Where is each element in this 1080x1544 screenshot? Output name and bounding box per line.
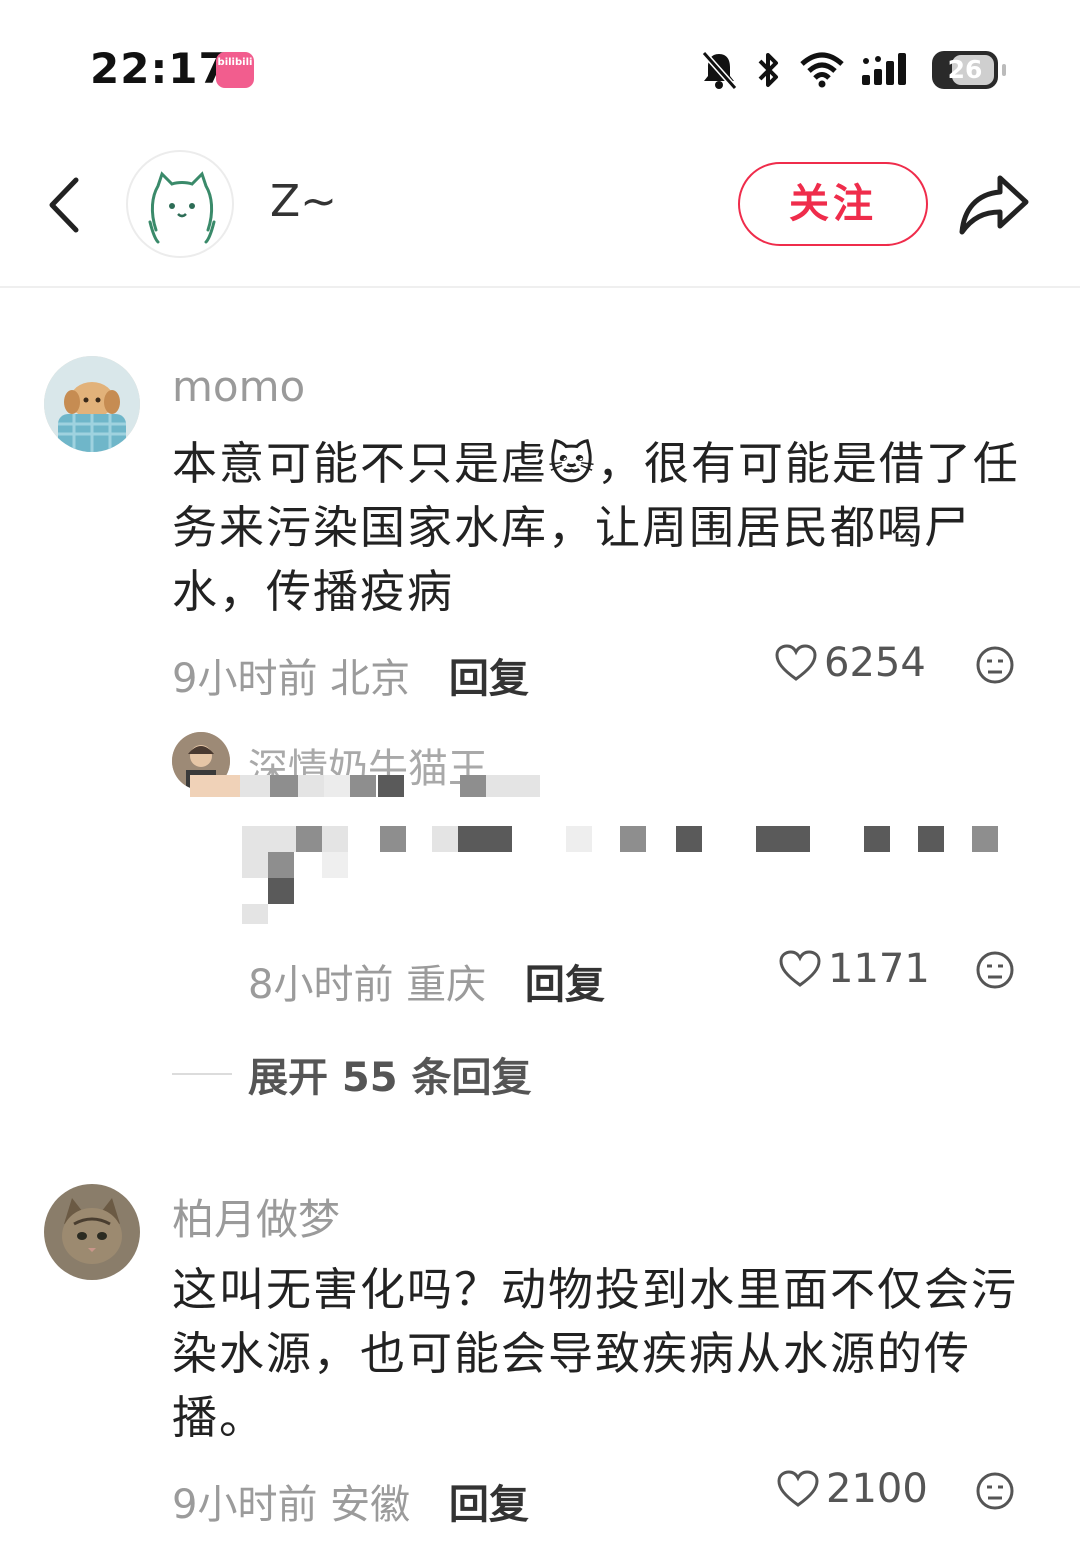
dislike-face-icon[interactable] [975,645,1015,685]
status-icons: 26 [700,48,1006,92]
dislike-face-icon[interactable] [975,950,1015,990]
wifi-icon [800,52,844,88]
comment-location: 安徽 [330,1482,411,1528]
reply-button[interactable]: 回复 [449,1482,529,1528]
app-badge-text: bilibili [217,57,253,68]
expand-replies-label: 展开 55 条回复 [248,1055,532,1101]
comment-username[interactable]: 柏月做梦 [172,1186,340,1247]
status-bar: 22:17 bilibili 26 [0,0,1080,130]
heart-icon [777,1470,819,1507]
user-avatar[interactable] [44,356,140,452]
reply-button[interactable]: 回复 [525,962,605,1008]
top-bar: Z~ 关注 [0,130,1080,288]
comment-meta: 9小时前 安徽 回复 [172,1472,529,1530]
kitten-avatar-icon [44,1184,140,1280]
comment-username[interactable]: momo [172,362,305,411]
follow-button[interactable]: 关注 [738,162,928,246]
profile-avatar[interactable] [126,150,234,258]
dislike-face-icon[interactable] [975,1471,1015,1511]
like-button[interactable]: 6254 [774,640,926,686]
user-avatar[interactable] [44,1184,140,1280]
puppy-avatar-icon [44,356,140,452]
reply-button[interactable]: 回复 [449,656,529,702]
heart-icon [779,950,821,987]
share-icon[interactable] [956,170,1032,240]
bluetooth-icon [758,53,778,87]
reply-location: 重庆 [406,962,487,1008]
bell-muted-icon [701,51,738,90]
like-count: 2100 [826,1466,928,1512]
comment-location: 北京 [330,656,411,702]
comment-text: 本意可能不只是虐🐱，很有可能是借了任务来污染国家水库，让周围居民都喝尸水，传播疫… [172,437,1020,618]
battery-level: 26 [947,55,983,84]
bilibili-app-icon: bilibili [216,52,254,88]
divider [172,1073,232,1075]
like-count: 6254 [824,640,926,686]
reply-meta: 8小时前 重庆 回复 [248,952,605,1010]
profile-name[interactable]: Z~ [270,176,337,227]
clock: 22:17 [90,44,229,93]
expand-replies-button[interactable]: 展开 55 条回复 [172,1045,532,1103]
battery-icon: 26 [932,51,1006,89]
reply-like-button[interactable]: 1171 [778,946,930,992]
heart-icon [775,644,817,681]
like-button[interactable]: 2100 [776,1466,928,1512]
comment-meta: 9小时前 北京 回复 [172,646,529,704]
like-count: 1171 [828,946,930,992]
comment-time: 9小时前 [172,1482,318,1528]
signal-icon [862,53,906,85]
reply-time: 8小时前 [248,962,394,1008]
dog-doodle-icon [148,171,216,244]
comment-time: 9小时前 [172,656,318,702]
back-arrow-icon[interactable] [40,170,90,240]
comment-text: 这叫无害化吗？动物投到水里面不仅会污染水源，也可能会导致疾病从水源的传播。 [172,1263,1019,1444]
